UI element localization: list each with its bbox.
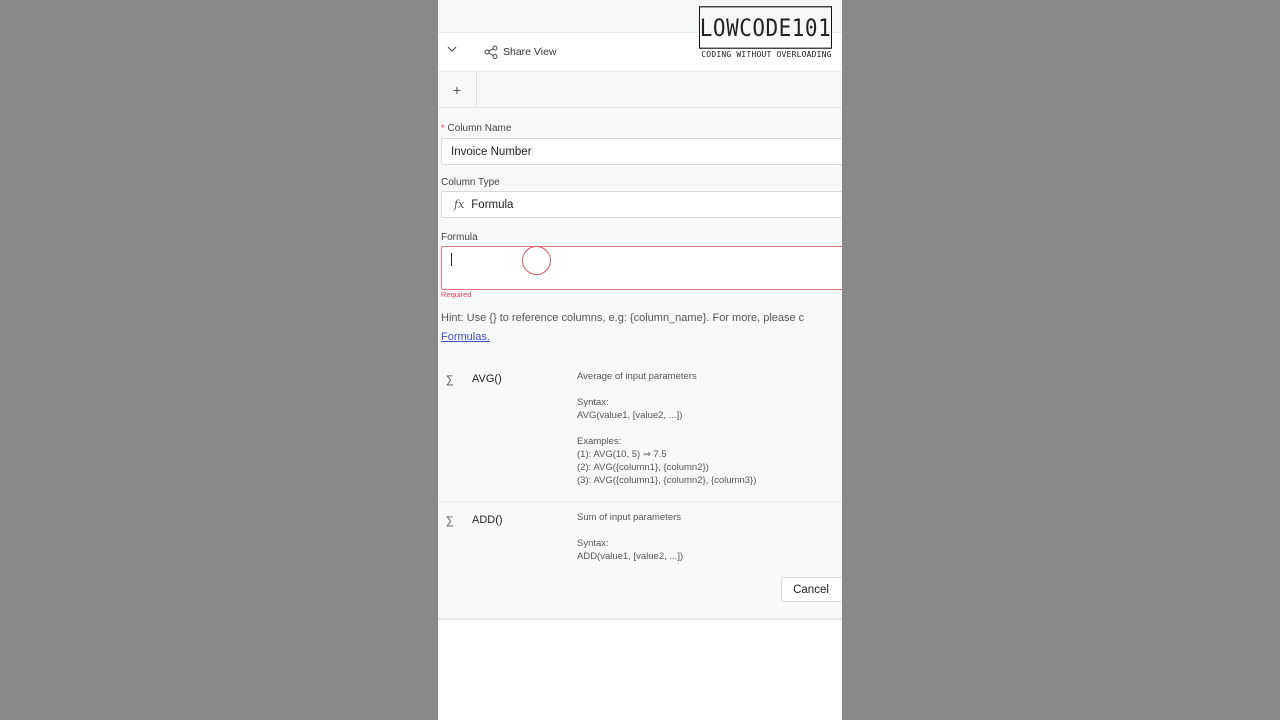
column-type-select[interactable]: fx Formula [441, 191, 842, 218]
column-name-value: Invoice Number [451, 145, 532, 158]
formula-icon: fx [454, 198, 465, 211]
required-error: Required [441, 290, 472, 299]
sigma-icon: ∑ [446, 515, 454, 527]
function-name: AVG() [472, 373, 502, 385]
formula-input[interactable] [441, 246, 842, 290]
share-view-button[interactable]: Share View [484, 44, 557, 60]
formula-hint: Hint: Use {} to reference columns, e.g: … [441, 312, 805, 324]
share-view-label: Share View [503, 46, 557, 58]
logo: LOWCODE101 [699, 6, 832, 49]
column-name-input[interactable]: Invoice Number [441, 138, 842, 165]
tab-bar: + [438, 71, 842, 108]
column-name-label: * Column Name [441, 123, 512, 134]
side-panel: Share View LOWCODE101 CODING WITHOUT OVE… [438, 0, 842, 720]
column-type-value: Formula [471, 198, 514, 211]
function-description: Average of input parameters Syntax: AVG(… [577, 371, 757, 486]
share-icon [484, 45, 498, 59]
function-description: Sum of input parameters Syntax: ADD(valu… [577, 512, 684, 562]
function-name: ADD() [472, 514, 503, 526]
plus-icon: + [452, 82, 462, 98]
add-tab-button[interactable]: + [438, 72, 477, 108]
function-suggestion-avg[interactable]: ∑ AVG() Average of input parameters Synt… [438, 366, 842, 501]
add-column-form: * Column Name Invoice Number Column Type … [438, 108, 842, 620]
required-asterisk: * [441, 123, 445, 133]
column-type-label: Column Type [441, 177, 500, 188]
formulas-docs-link[interactable]: Formulas. [441, 331, 490, 343]
text-cursor [451, 253, 452, 266]
chevron-down-icon[interactable] [447, 44, 457, 54]
logo-tagline: CODING WITHOUT OVERLOADING [701, 50, 832, 59]
function-suggestion-add[interactable]: ∑ ADD() Sum of input parameters Syntax: … [438, 501, 842, 569]
formula-label: Formula [441, 232, 478, 243]
click-indicator [522, 246, 551, 275]
cancel-button[interactable]: Cancel [781, 577, 842, 602]
sigma-icon: ∑ [446, 374, 454, 386]
